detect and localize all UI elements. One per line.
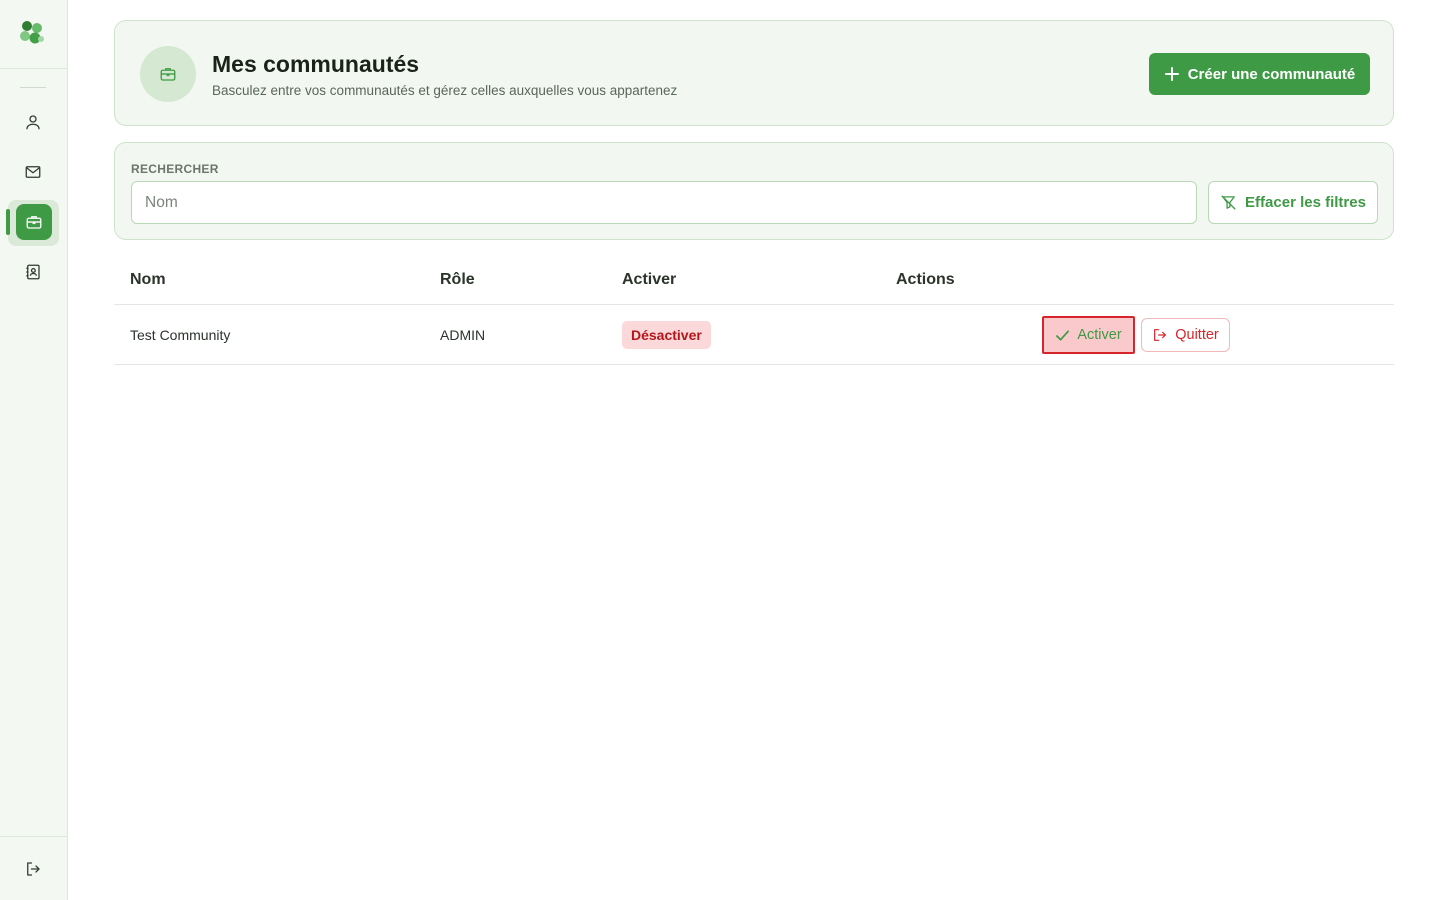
column-header-name[interactable]: Nom	[130, 271, 166, 289]
column-header-activate[interactable]: Activer	[622, 271, 676, 289]
briefcase-icon	[26, 216, 42, 229]
column-header-role[interactable]: Rôle	[440, 271, 475, 289]
page-title: Mes communautés	[212, 51, 420, 77]
clear-filters-label: Effacer les filtres	[1245, 194, 1366, 211]
status-badge: Désactiver	[622, 321, 711, 349]
page-header-card: Mes communautés Basculez entre vos commu…	[114, 20, 1394, 126]
search-label: RECHERCHER	[131, 162, 219, 176]
sidebar-item-messages[interactable]	[14, 153, 52, 191]
sidebar-item-communities[interactable]	[16, 204, 52, 240]
activate-label: Activer	[1077, 327, 1122, 343]
communities-table: Nom Rôle Activer Actions Test Community …	[114, 260, 1394, 365]
mail-icon	[25, 166, 41, 178]
sidebar-divider	[0, 836, 67, 837]
sidebar-divider	[20, 87, 46, 88]
logout-button[interactable]	[14, 850, 52, 888]
sidebar-active-indicator	[6, 209, 10, 235]
user-icon	[26, 115, 40, 130]
search-card: RECHERCHER Effacer les filtres	[114, 142, 1394, 240]
leave-icon	[1154, 329, 1167, 341]
community-name: Test Community	[130, 327, 231, 343]
create-community-label: Créer une communauté	[1187, 65, 1356, 83]
create-community-button[interactable]: Créer une communauté	[1149, 53, 1370, 95]
activate-button[interactable]: Activer	[1042, 316, 1135, 354]
page-subtitle: Basculez entre vos communautés et gérez …	[212, 83, 678, 98]
sidebar-divider	[0, 68, 67, 69]
plus-icon	[1164, 67, 1179, 81]
logout-icon	[27, 862, 40, 876]
clear-filters-button[interactable]: Effacer les filtres	[1208, 181, 1378, 224]
filter-off-icon	[1221, 195, 1236, 210]
sidebar-item-contacts[interactable]	[14, 253, 52, 291]
table-row: Test Community ADMIN Désactiver Activer …	[114, 305, 1394, 365]
contact-book-icon	[26, 264, 40, 280]
briefcase-icon	[160, 68, 176, 81]
community-role: ADMIN	[440, 327, 486, 343]
sidebar	[0, 0, 68, 900]
column-header-actions: Actions	[896, 271, 955, 288]
table-header: Nom Rôle Activer Actions	[114, 260, 1394, 305]
sidebar-item-profile[interactable]	[14, 103, 52, 141]
clover-logo-icon[interactable]	[17, 18, 47, 48]
quit-button[interactable]: Quitter	[1141, 318, 1230, 352]
quit-label: Quitter	[1175, 327, 1219, 343]
search-input[interactable]	[131, 181, 1197, 224]
check-icon	[1056, 329, 1070, 341]
header-icon-badge	[140, 46, 196, 102]
